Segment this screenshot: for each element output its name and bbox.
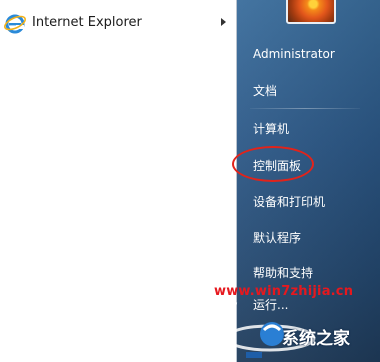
user-picture[interactable] — [286, 0, 336, 24]
highlight-annotation — [232, 146, 314, 182]
watermark-url: www.win7zhijia.cn — [214, 284, 354, 299]
watermark-brand: 系统之家 — [282, 329, 350, 349]
program-internet-explorer[interactable]: Internet Explorer — [0, 6, 236, 40]
programs-pane: Internet Explorer — [0, 0, 237, 362]
user-folder-link[interactable]: Administrator — [253, 47, 335, 61]
help-support-link[interactable]: 帮助和支持 — [253, 264, 313, 281]
default-programs-link[interactable]: 默认程序 — [253, 229, 301, 246]
separator — [250, 108, 360, 109]
documents-link[interactable]: 文档 — [253, 82, 277, 99]
internet-explorer-icon — [4, 14, 26, 34]
devices-printers-link[interactable]: 设备和打印机 — [253, 193, 325, 210]
submenu-arrow-icon — [221, 18, 226, 26]
program-label: Internet Explorer — [32, 15, 142, 30]
computer-link[interactable]: 计算机 — [253, 120, 289, 137]
